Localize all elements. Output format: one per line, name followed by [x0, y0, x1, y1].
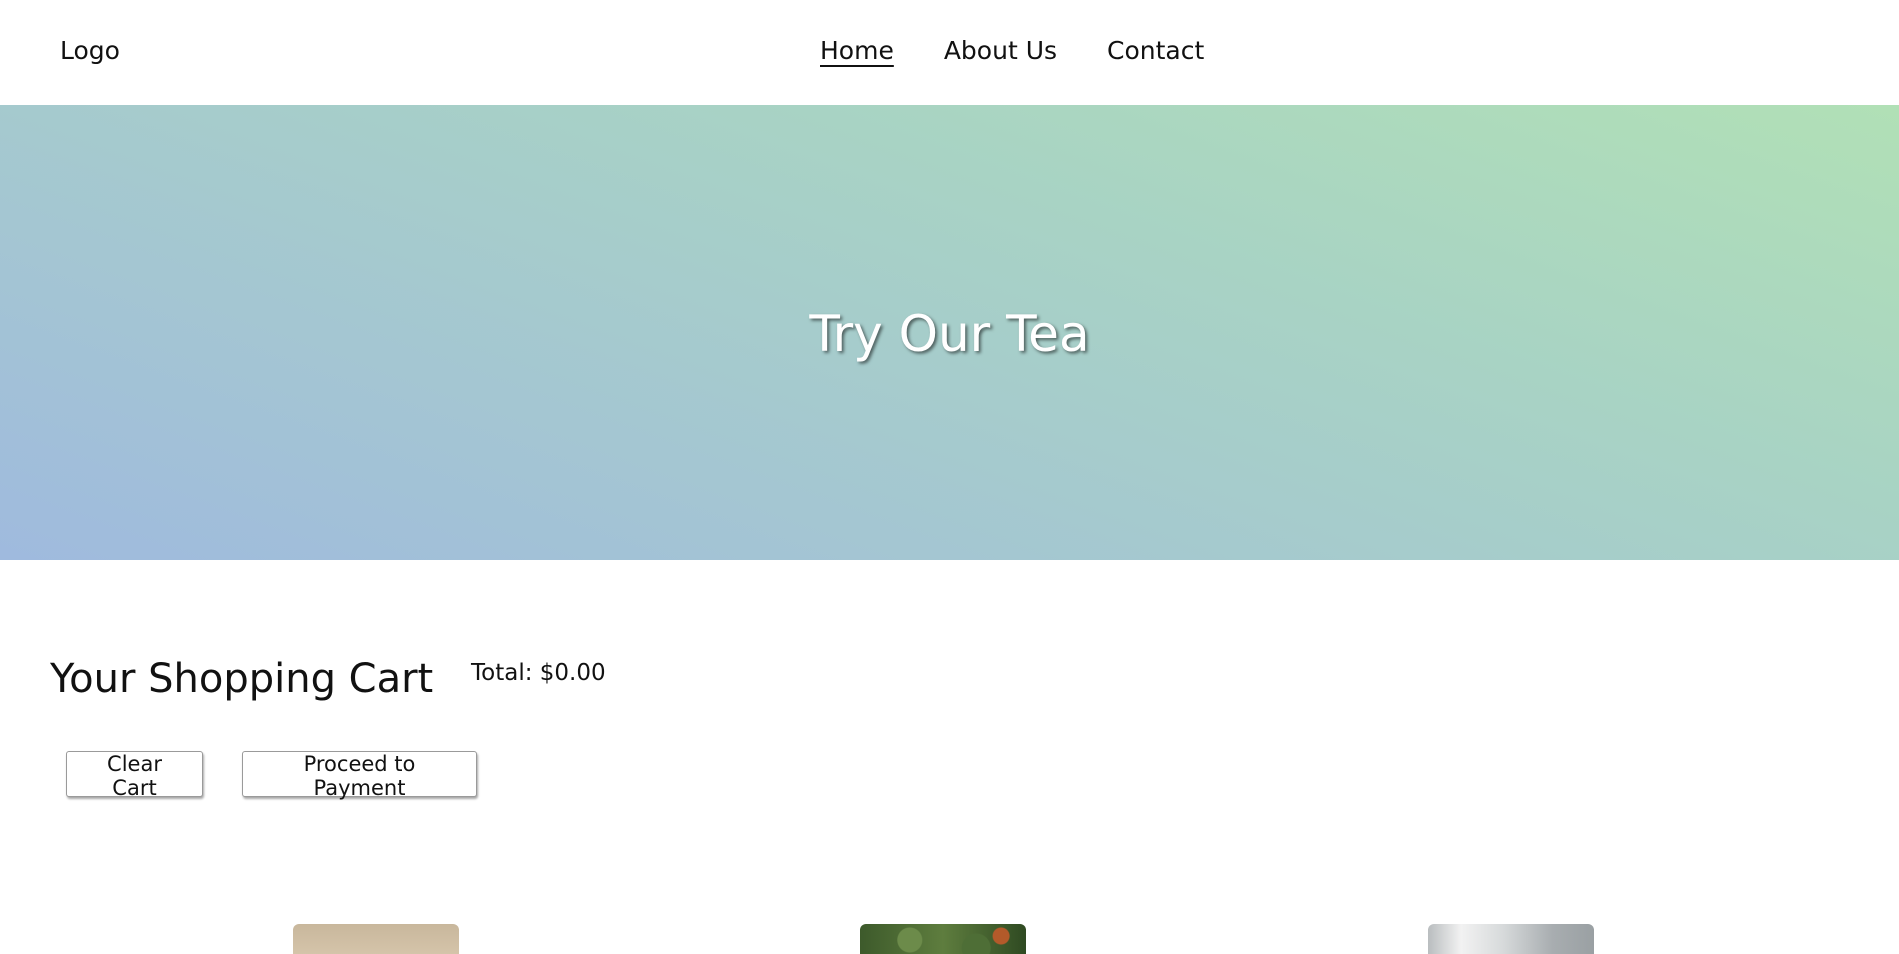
hero-title: Try Our Tea: [809, 305, 1090, 363]
nav-home-link[interactable]: Home: [820, 36, 894, 65]
site-header: Logo Home About Us Contact: [0, 0, 1899, 105]
cart-total: Total: $0.00: [471, 660, 606, 686]
clear-cart-button[interactable]: Clear Cart: [66, 751, 203, 800]
product-image[interactable]: [1428, 924, 1594, 954]
product-image[interactable]: [293, 924, 459, 954]
product-image[interactable]: [860, 924, 1026, 954]
page: Logo Home About Us Contact Try Our Tea Y…: [0, 0, 1899, 954]
cart-title: Your Shopping Cart: [50, 656, 434, 702]
nav-about-link[interactable]: About Us: [944, 36, 1057, 65]
nav-contact-link[interactable]: Contact: [1107, 36, 1204, 65]
logo[interactable]: Logo: [60, 36, 120, 65]
hero-banner: Try Our Tea: [0, 105, 1899, 560]
main-nav: Home About Us Contact: [820, 36, 1204, 65]
proceed-to-payment-button[interactable]: Proceed to Payment: [242, 751, 477, 800]
